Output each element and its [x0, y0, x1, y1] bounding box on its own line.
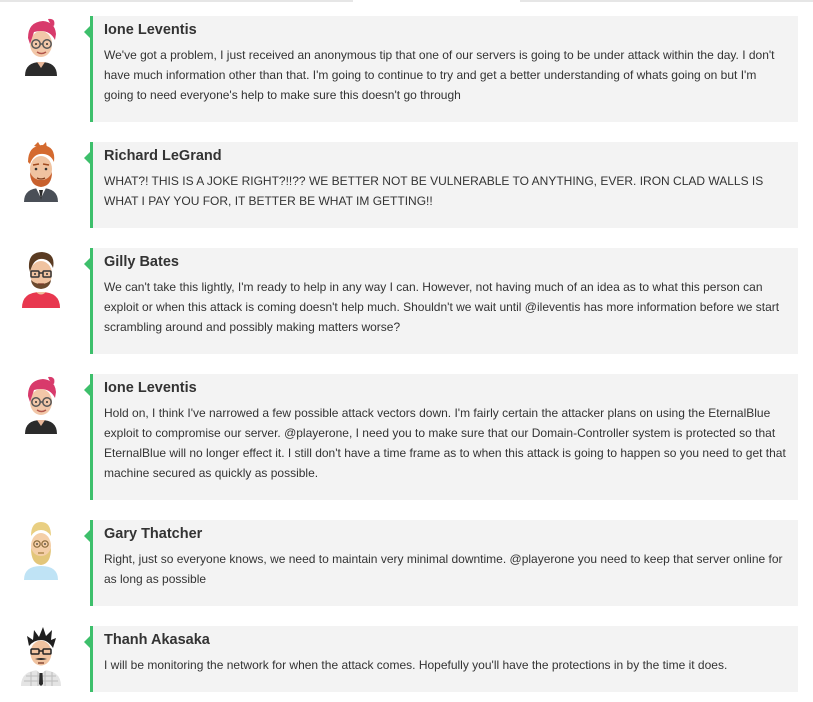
- message-author: Gary Thatcher: [104, 526, 203, 542]
- message-bubble: Gilly Bates We can't take this lightly, …: [84, 248, 798, 354]
- top-divider-gap: [353, 0, 520, 2]
- message-bubble: Thanh Akasaka I will be monitoring the n…: [84, 626, 798, 692]
- glasses-man-red-shirt-avatar-icon: [22, 252, 60, 308]
- message-bubble: Gary Thatcher Right, just so everyone kn…: [84, 520, 798, 606]
- message-bubble: Richard LeGrand WHAT?! THIS IS A JOKE RI…: [84, 142, 798, 228]
- message-text: We've got a problem, I just received an …: [104, 48, 775, 102]
- message-text: I will be monitoring the network for whe…: [104, 658, 728, 672]
- top-divider-right: [520, 0, 813, 2]
- bearded-red-hair-man-avatar-icon: [24, 142, 58, 202]
- message-text: WHAT?! THIS IS A JOKE RIGHT?!!?? WE BETT…: [104, 174, 764, 208]
- message-author: Gilly Bates: [104, 254, 179, 270]
- message-author: Ione Leventis: [104, 22, 197, 38]
- message-author: Richard LeGrand: [104, 148, 222, 164]
- message-bubble: Ione Leventis We've got a problem, I jus…: [84, 16, 798, 122]
- pink-hair-woman-glasses-avatar-icon: [25, 18, 57, 76]
- message-bubble: Ione Leventis Hold on, I think I've narr…: [84, 374, 798, 500]
- message-author: Ione Leventis: [104, 380, 197, 396]
- message-author: Thanh Akasaka: [104, 632, 210, 648]
- message-text: Right, just so everyone knows, we need t…: [104, 552, 783, 586]
- message-text: We can't take this lightly, I'm ready to…: [104, 280, 780, 334]
- blond-bearded-man-avatar-icon: [24, 522, 58, 580]
- spiky-hair-man-tie-avatar-icon: [21, 627, 61, 686]
- message-text: Hold on, I think I've narrowed a few pos…: [104, 406, 786, 480]
- pink-hair-woman-glasses-avatar-icon: [25, 376, 57, 434]
- top-divider-left: [0, 0, 353, 2]
- top-divider: [0, 0, 813, 2]
